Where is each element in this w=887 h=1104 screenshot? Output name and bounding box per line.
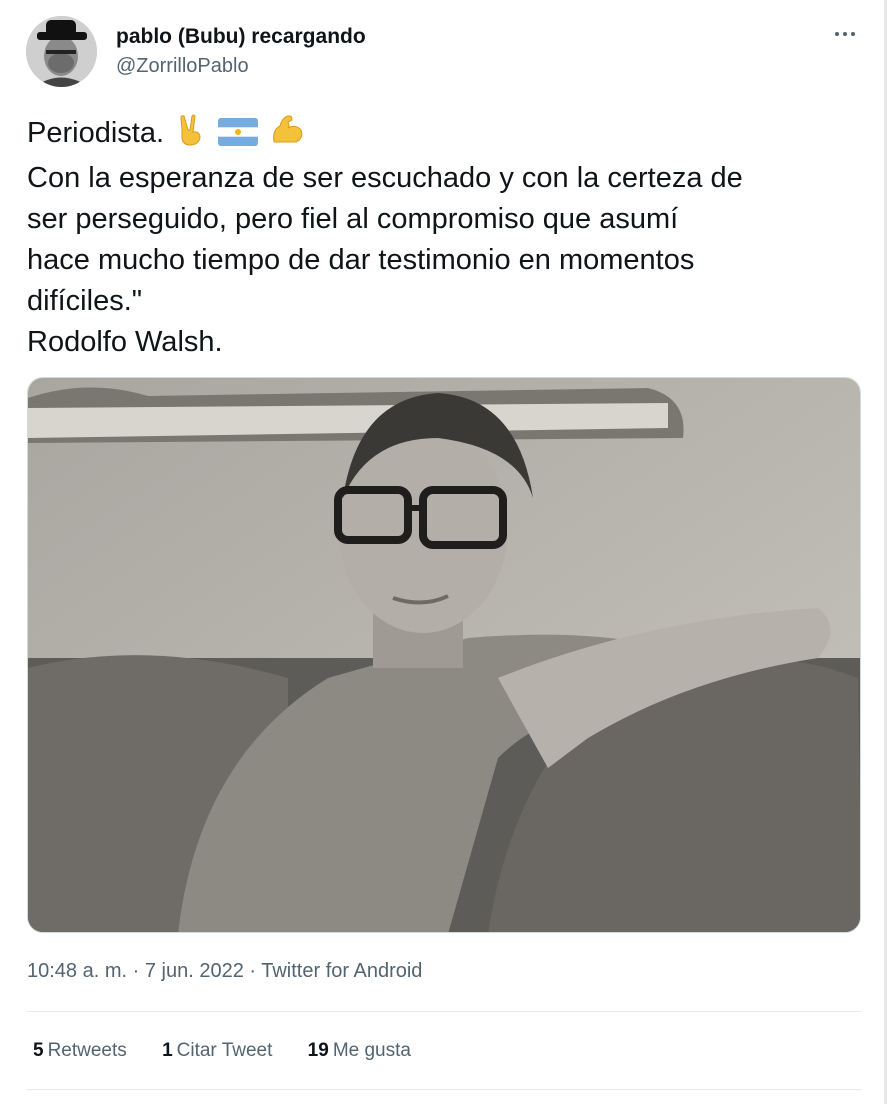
retweets-label: Retweets [47,1040,127,1061]
divider [27,1089,861,1090]
tweet-line: difíciles." [27,285,143,317]
meta-separator: · [127,960,145,982]
likes-stat[interactable]: 19 Me gusta [308,1040,411,1062]
avatar[interactable] [26,16,97,87]
meta-separator: · [243,960,262,982]
tweet-meta: 10:48 a. m. · 7 jun. 2022 · Twitter for … [27,960,422,983]
argentina-flag-icon [218,117,259,158]
tweet-stats: 5 Retweets 1 Citar Tweet 19 Me gusta [33,1040,441,1062]
tweet-text: Periodista. Con la esperanza de ser escu [27,112,867,363]
tweet-photo[interactable] [27,377,861,933]
more-dot [851,32,855,36]
more-dot [835,32,839,36]
tweet-date[interactable]: 7 jun. 2022 [145,960,244,982]
author-display-name[interactable]: pablo (Bubu) recargando [116,24,366,50]
quotes-count: 1 [162,1040,173,1061]
tweet-card: pablo (Bubu) recargando @ZorrilloPablo P… [0,0,884,1104]
likes-label: Me gusta [332,1040,411,1061]
tweet-source[interactable]: Twitter for Android [261,960,422,982]
quotes-label: Citar Tweet [176,1040,273,1061]
retweets-count: 5 [33,1040,44,1061]
tweet-line: Con la esperanza de ser escuchado y con … [27,162,743,194]
tweet-line: hace mucho tiempo de dar testimonio en m… [27,244,695,276]
retweets-stat[interactable]: 5 Retweets [33,1040,127,1062]
tweet-line: Rodolfo Walsh. [27,326,223,358]
author-names: pablo (Bubu) recargando @ZorrilloPablo [116,24,366,79]
photo-portrait-image [28,378,860,932]
tweet-time[interactable]: 10:48 a. m. [27,960,127,982]
quote-tweets-stat[interactable]: 1 Citar Tweet [162,1040,272,1062]
divider [27,1011,861,1012]
likes-count: 19 [307,1040,329,1061]
author-handle[interactable]: @ZorrilloPablo [116,53,366,79]
more-options-button[interactable] [830,22,860,46]
tweet-line: ser perseguido, pero fiel al compromiso … [27,203,679,235]
tweet-header: pablo (Bubu) recargando @ZorrilloPablo [26,16,866,90]
victory-hand-icon [176,114,206,158]
avatar-portrait-icon [26,16,97,87]
tweet-line-text: Periodista. [27,117,165,149]
flexed-biceps-icon [270,112,304,158]
tweet-line: Periodista. [27,112,867,158]
more-dot [843,32,847,36]
